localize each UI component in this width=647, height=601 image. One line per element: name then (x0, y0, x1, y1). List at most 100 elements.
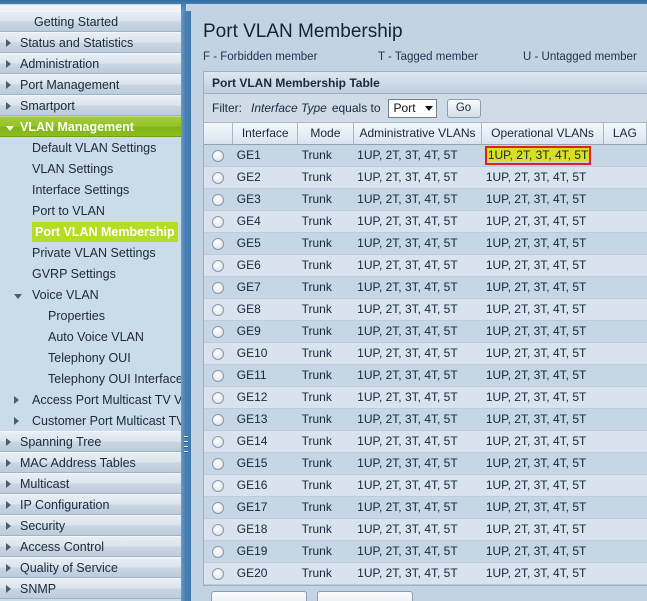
sidebar-item-multicast[interactable]: Multicast (0, 473, 181, 494)
row-radio-cell[interactable] (204, 562, 233, 585)
chevron-right-icon[interactable] (6, 558, 20, 577)
row-radio-cell[interactable] (204, 342, 233, 365)
table-row[interactable]: GE1 Trunk 1UP, 2T, 3T, 4T, 5T 1UP, 2T, 3T, … (204, 144, 647, 167)
sidebar-item-spanning-tree[interactable]: Spanning Tree (0, 431, 181, 452)
sidebar-item-access-port-multicast-tv-vlan[interactable]: Access Port Multicast TV VLAN (0, 389, 181, 410)
table-row[interactable]: GE11 Trunk 1UP, 2T, 3T, 4T, 5T 1UP, 2T, 3T,… (204, 364, 647, 387)
row-radio-button[interactable] (212, 391, 225, 404)
interface-type-select[interactable]: Port (387, 98, 437, 118)
chevron-right-icon[interactable] (6, 453, 20, 472)
sidebar-item-default-vlan-settings[interactable]: Default VLAN Settings (0, 137, 181, 158)
table-row[interactable]: GE4 Trunk 1UP, 2T, 3T, 4T, 5T 1UP, 2T, 3T, … (204, 210, 647, 233)
row-radio-button[interactable] (212, 523, 225, 536)
sidebar-item-mac-address-tables[interactable]: MAC Address Tables (0, 452, 181, 473)
chevron-down-icon[interactable] (6, 117, 20, 136)
sidebar-item-properties[interactable]: Properties (0, 305, 181, 326)
row-radio-cell[interactable] (204, 144, 233, 167)
row-radio-button[interactable] (212, 303, 225, 316)
row-radio-cell[interactable] (204, 298, 233, 321)
row-radio-cell[interactable] (204, 408, 233, 431)
table-row[interactable]: GE9 Trunk 1UP, 2T, 3T, 4T, 5T 1UP, 2T, 3T, … (204, 320, 647, 343)
col-interface[interactable]: Interface (232, 123, 299, 145)
sidebar-item-auto-voice-vlan[interactable]: Auto Voice VLAN (0, 326, 181, 347)
row-radio-button[interactable] (212, 281, 225, 294)
sidebar-item-vlan-settings[interactable]: VLAN Settings (0, 158, 181, 179)
sidebar-item-gvrp-settings[interactable]: GVRP Settings (0, 263, 181, 284)
row-radio-button[interactable] (212, 369, 225, 382)
sidebar-item-snmp[interactable]: SNMP (0, 578, 181, 599)
row-radio-cell[interactable] (204, 518, 233, 541)
row-radio-button[interactable] (212, 347, 225, 360)
chevron-right-icon[interactable] (6, 516, 20, 535)
pane-splitter[interactable] (181, 11, 191, 601)
table-row[interactable]: GE19 Trunk 1UP, 2T, 3T, 4T, 5T 1UP, 2T, 3T,… (204, 540, 647, 563)
row-radio-button[interactable] (212, 325, 225, 338)
sidebar-item-getting-started[interactable]: Getting Started (0, 11, 181, 32)
chevron-right-icon[interactable] (6, 96, 20, 115)
table-row[interactable]: GE6 Trunk 1UP, 2T, 3T, 4T, 5T 1UP, 2T, 3T, … (204, 254, 647, 277)
row-radio-cell[interactable] (204, 232, 233, 255)
sidebar-item-status-and-statistics[interactable]: Status and Statistics (0, 32, 181, 53)
chevron-right-icon[interactable] (6, 75, 20, 94)
table-row[interactable]: GE18 Trunk 1UP, 2T, 3T, 4T, 5T 1UP, 2T, 3T,… (204, 518, 647, 541)
table-row[interactable]: GE3 Trunk 1UP, 2T, 3T, 4T, 5T 1UP, 2T, 3T, … (204, 188, 647, 211)
row-radio-button[interactable] (212, 435, 225, 448)
col-lag[interactable]: LAG (603, 123, 647, 145)
sidebar-item-quality-of-service[interactable]: Quality of Service (0, 557, 181, 578)
sidebar-item-telephony-oui-interface[interactable]: Telephony OUI Interface (0, 368, 181, 389)
table-row[interactable]: GE16 Trunk 1UP, 2T, 3T, 4T, 5T 1UP, 2T, 3T,… (204, 474, 647, 497)
row-radio-button[interactable] (212, 193, 225, 206)
col-ops-vlans[interactable]: Operational VLANs (481, 123, 604, 145)
table-row[interactable]: GE15 Trunk 1UP, 2T, 3T, 4T, 5T 1UP, 2T, 3T,… (204, 452, 647, 475)
table-row[interactable]: GE5 Trunk 1UP, 2T, 3T, 4T, 5T 1UP, 2T, 3T, … (204, 232, 647, 255)
chevron-right-icon[interactable] (14, 390, 32, 410)
row-radio-button[interactable] (212, 501, 225, 514)
row-radio-cell[interactable] (204, 210, 233, 233)
table-row[interactable]: GE20 Trunk 1UP, 2T, 3T, 4T, 5T 1UP, 2T, 3T,… (204, 562, 647, 585)
row-radio-cell[interactable] (204, 430, 233, 453)
col-admin-vlans[interactable]: Administrative VLANs (353, 123, 483, 145)
chevron-right-icon[interactable] (6, 579, 20, 598)
sidebar-item-voice-vlan[interactable]: Voice VLAN (0, 284, 181, 305)
table-row[interactable]: GE7 Trunk 1UP, 2T, 3T, 4T, 5T 1UP, 2T, 3T, … (204, 276, 647, 299)
table-row[interactable]: GE10 Trunk 1UP, 2T, 3T, 4T, 5T 1UP, 2T, 3T,… (204, 342, 647, 365)
sidebar-item-ip-configuration[interactable]: IP Configuration (0, 494, 181, 515)
chevron-right-icon[interactable] (6, 33, 20, 52)
table-row[interactable]: GE14 Trunk 1UP, 2T, 3T, 4T, 5T 1UP, 2T, 3T,… (204, 430, 647, 453)
row-radio-button[interactable] (212, 171, 225, 184)
row-radio-cell[interactable] (204, 386, 233, 409)
sidebar-item-telephony-oui[interactable]: Telephony OUI (0, 347, 181, 368)
row-radio-button[interactable] (212, 259, 225, 272)
table-row[interactable]: GE2 Trunk 1UP, 2T, 3T, 4T, 5T 1UP, 2T, 3T, … (204, 166, 647, 189)
row-radio-button[interactable] (212, 413, 225, 426)
row-radio-button[interactable] (212, 237, 225, 250)
chevron-right-icon[interactable] (6, 474, 20, 493)
sidebar-item-smartport[interactable]: Smartport (0, 95, 181, 116)
go-button[interactable]: Go (446, 98, 481, 118)
row-radio-cell[interactable] (204, 540, 233, 563)
chevron-right-icon[interactable] (14, 411, 32, 431)
col-mode[interactable]: Mode (297, 123, 354, 145)
row-radio-button[interactable] (212, 479, 225, 492)
join-vlan-button[interactable] (211, 590, 307, 601)
row-radio-button[interactable] (212, 567, 225, 580)
row-radio-cell[interactable] (204, 364, 233, 387)
chevron-down-icon[interactable] (14, 285, 32, 305)
table-row[interactable]: GE17 Trunk 1UP, 2T, 3T, 4T, 5T 1UP, 2T, 3T,… (204, 496, 647, 519)
row-radio-cell[interactable] (204, 276, 233, 299)
row-radio-cell[interactable] (204, 474, 233, 497)
table-row[interactable]: GE13 Trunk 1UP, 2T, 3T, 4T, 5T 1UP, 2T, 3T,… (204, 408, 647, 431)
row-radio-cell[interactable] (204, 452, 233, 475)
sidebar-item-vlan-management[interactable]: VLAN Management (0, 116, 181, 137)
row-radio-cell[interactable] (204, 496, 233, 519)
row-radio-button[interactable] (212, 545, 225, 558)
sidebar-item-port-vlan-membership[interactable]: Port VLAN Membership (0, 221, 181, 242)
sidebar-item-port-management[interactable]: Port Management (0, 74, 181, 95)
chevron-right-icon[interactable] (6, 495, 20, 514)
sidebar-item-access-control[interactable]: Access Control (0, 536, 181, 557)
table-row[interactable]: GE8 Trunk 1UP, 2T, 3T, 4T, 5T 1UP, 2T, 3T, … (204, 298, 647, 321)
sidebar-item-security[interactable]: Security (0, 515, 181, 536)
details-button[interactable] (317, 590, 413, 601)
chevron-right-icon[interactable] (6, 432, 20, 451)
chevron-right-icon[interactable] (6, 537, 20, 556)
